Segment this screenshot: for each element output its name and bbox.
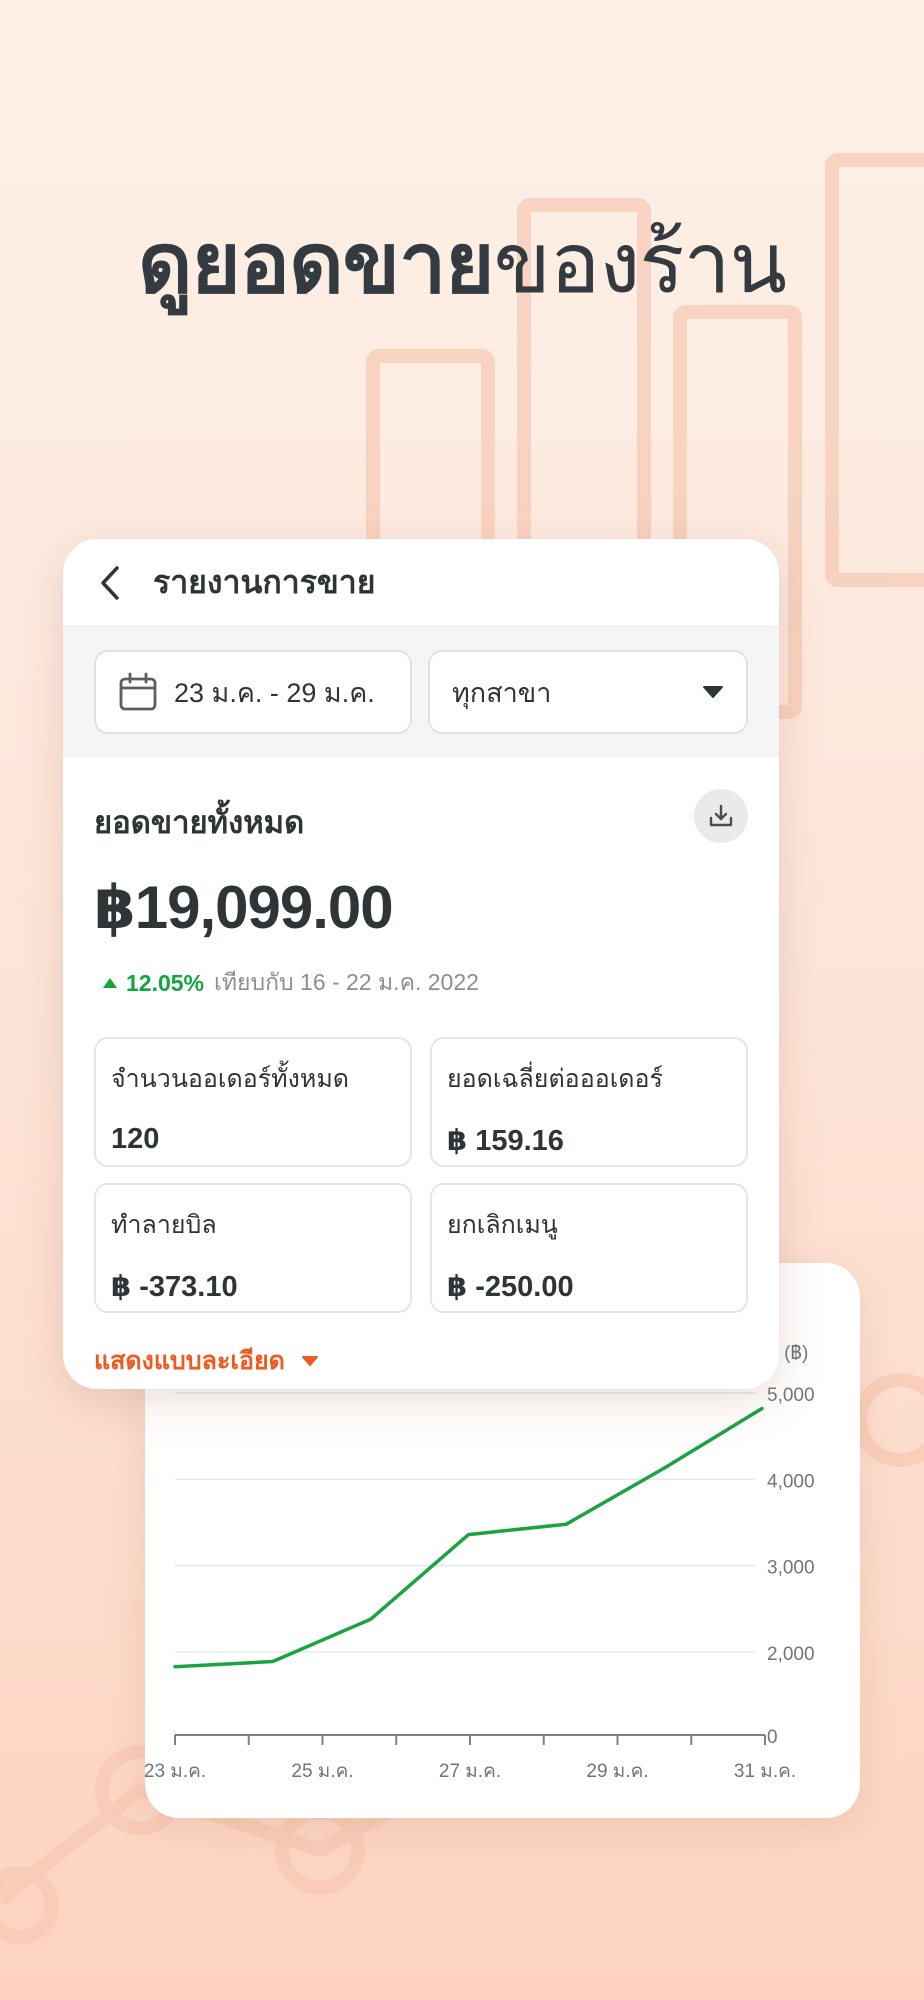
report-header: รายงานการขาย: [63, 539, 779, 627]
total-sales-amount: ฿19,099.00: [94, 874, 394, 941]
stat-void-bills: ทำลายบิล ฿ -373.10: [94, 1183, 412, 1313]
stat-value: ฿ -373.10: [111, 1271, 238, 1303]
caret-down-icon: [703, 686, 723, 698]
caret-down-icon: [301, 1356, 318, 1366]
x-tick-label: 23 ม.ค.: [145, 1761, 206, 1782]
branch-select-value: ทุกสาขา: [452, 677, 552, 708]
x-tick-label: 25 ม.ค.: [291, 1761, 353, 1782]
x-tick-label: 27 ม.ค.: [439, 1761, 501, 1782]
stat-label: ยกเลิกเมนู: [447, 1211, 558, 1239]
calendar-icon: [119, 672, 157, 711]
comparison-text: เทียบกับ 16 - 22 ม.ค. 2022: [214, 969, 479, 995]
download-icon: [709, 804, 733, 827]
report-title: รายงานการขาย: [153, 564, 376, 600]
headline-bold: ดูยอดขาย: [137, 216, 495, 310]
sales-series-line: [173, 1406, 764, 1669]
total-sales-label: ยอดขายทั้งหมด: [94, 805, 305, 840]
stat-grid: จำนวนออเดอร์ทั้งหมด 120 ยอดเฉลี่ยต่อออเด…: [94, 1037, 748, 1313]
date-range-text: 23 ม.ค. - 29 ม.ค.: [174, 677, 375, 708]
y-tick-label: 0: [767, 1727, 778, 1748]
headline-light: ของร้าน: [493, 216, 787, 310]
y-tick-label: 3,000: [767, 1558, 815, 1579]
change-percent: 12.05%: [126, 969, 205, 996]
comparison-row: 12.05% เทียบกับ 16 - 22 ม.ค. 2022: [94, 965, 748, 1001]
trend-up-icon: [103, 978, 117, 988]
back-arrow-icon[interactable]: [99, 563, 129, 603]
stat-label: ยอดเฉลี่ยต่อออเดอร์: [447, 1065, 663, 1093]
y-tick-label: 2,000: [767, 1644, 815, 1665]
y-tick-label: 4,000: [767, 1471, 815, 1492]
stat-label: ทำลายบิล: [111, 1211, 217, 1239]
stat-total-orders: จำนวนออเดอร์ทั้งหมด 120: [94, 1037, 412, 1167]
stat-label: จำนวนออเดอร์ทั้งหมด: [111, 1065, 350, 1093]
filter-bar: 23 ม.ค. - 29 ม.ค. ทุกสาขา: [63, 627, 779, 757]
stat-cancelled-menu: ยกเลิกเมนู ฿ -250.00: [430, 1183, 748, 1313]
stat-value: ฿ 159.16: [447, 1125, 564, 1157]
show-details-label: แสดงแบบละเอียด: [94, 1347, 285, 1375]
x-tick-label: 29 ม.ค.: [586, 1761, 648, 1782]
sales-summary: ยอดขายทั้งหมด ฿19,099.00 12.05% เทียบกับ…: [63, 757, 779, 1381]
sales-report-card: รายงานการขาย 23 ม.ค. - 29 ม.ค. ทุกสาขา ย…: [63, 539, 779, 1389]
show-details-link[interactable]: แสดงแบบละเอียด: [94, 1341, 748, 1381]
x-tick-label: 31 ม.ค.: [734, 1761, 796, 1782]
date-range-picker[interactable]: 23 ม.ค. - 29 ม.ค.: [94, 650, 412, 734]
stat-value: 120: [111, 1123, 160, 1155]
branch-select[interactable]: ทุกสาขา: [428, 650, 748, 734]
download-button[interactable]: [694, 789, 748, 843]
stat-value: ฿ -250.00: [447, 1271, 574, 1303]
page-headline: ดูยอดขายของร้าน: [0, 195, 924, 329]
stat-average-per-order: ยอดเฉลี่ยต่อออเดอร์ ฿ 159.16: [430, 1037, 748, 1167]
y-tick-label: 5,000: [767, 1385, 815, 1406]
